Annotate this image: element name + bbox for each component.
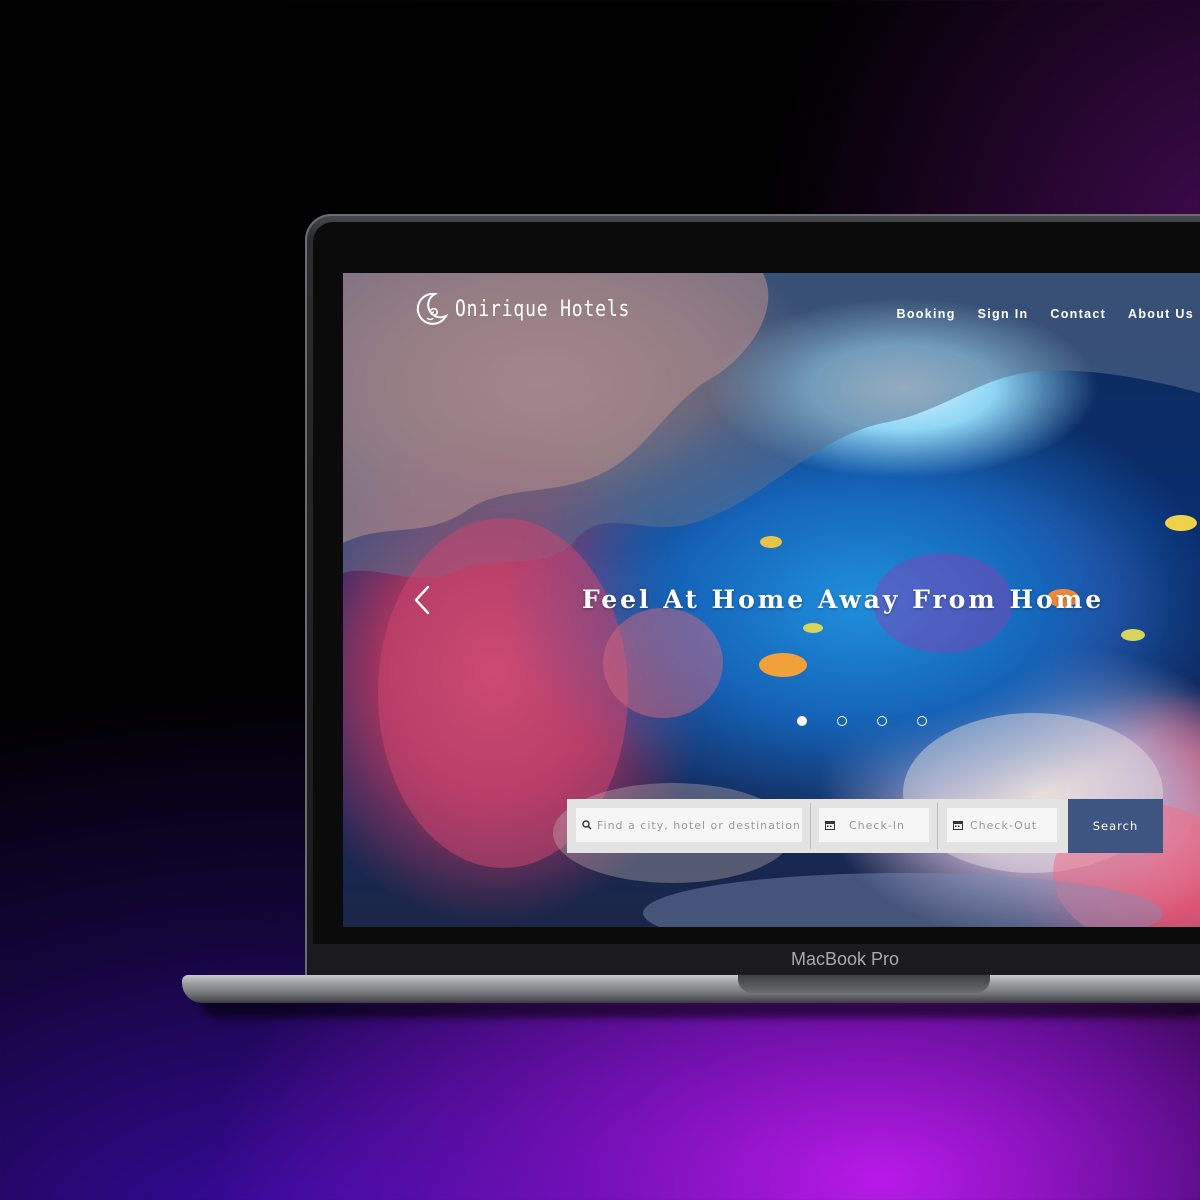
carousel-dot-1[interactable] [797, 716, 807, 726]
device-label: MacBook Pro [790, 949, 900, 969]
nav-about-us[interactable]: About Us [1128, 307, 1194, 321]
website-screen: Onirique Hotels Booking Sign In Contact … [343, 273, 1200, 927]
carousel-dot-2[interactable] [837, 716, 847, 726]
carousel-dot-3[interactable] [877, 716, 887, 726]
crescent-moon-swirl-icon [413, 291, 449, 327]
booking-search-bar: Search [567, 799, 1163, 853]
search-button[interactable]: Search [1068, 799, 1163, 853]
laptop-base [182, 975, 1200, 1003]
destination-input[interactable] [597, 818, 802, 832]
checkout-field[interactable] [947, 808, 1057, 842]
site-logo[interactable]: Onirique Hotels [413, 291, 669, 327]
calendar-icon [825, 820, 835, 830]
hero-title: Feel At Home Away From Home [581, 585, 1105, 614]
checkin-input[interactable] [849, 818, 929, 832]
screen-chin [313, 944, 1200, 976]
nav-sign-in[interactable]: Sign In [978, 307, 1029, 321]
carousel-dot-4[interactable] [917, 716, 927, 726]
nav-contact[interactable]: Contact [1050, 307, 1106, 321]
chevron-left-icon[interactable] [413, 585, 431, 615]
main-nav: Booking Sign In Contact About Us [875, 307, 1194, 321]
checkin-field[interactable] [819, 808, 929, 842]
checkout-input[interactable] [970, 818, 1057, 832]
nav-booking[interactable]: Booking [897, 307, 956, 321]
carousel-dots [797, 716, 957, 726]
field-divider [937, 803, 938, 849]
field-divider [810, 803, 811, 849]
logo-text: Onirique Hotels [455, 296, 631, 322]
search-icon [582, 820, 592, 830]
destination-field[interactable] [576, 808, 802, 842]
laptop-notch [738, 975, 990, 993]
calendar-icon [953, 820, 963, 830]
